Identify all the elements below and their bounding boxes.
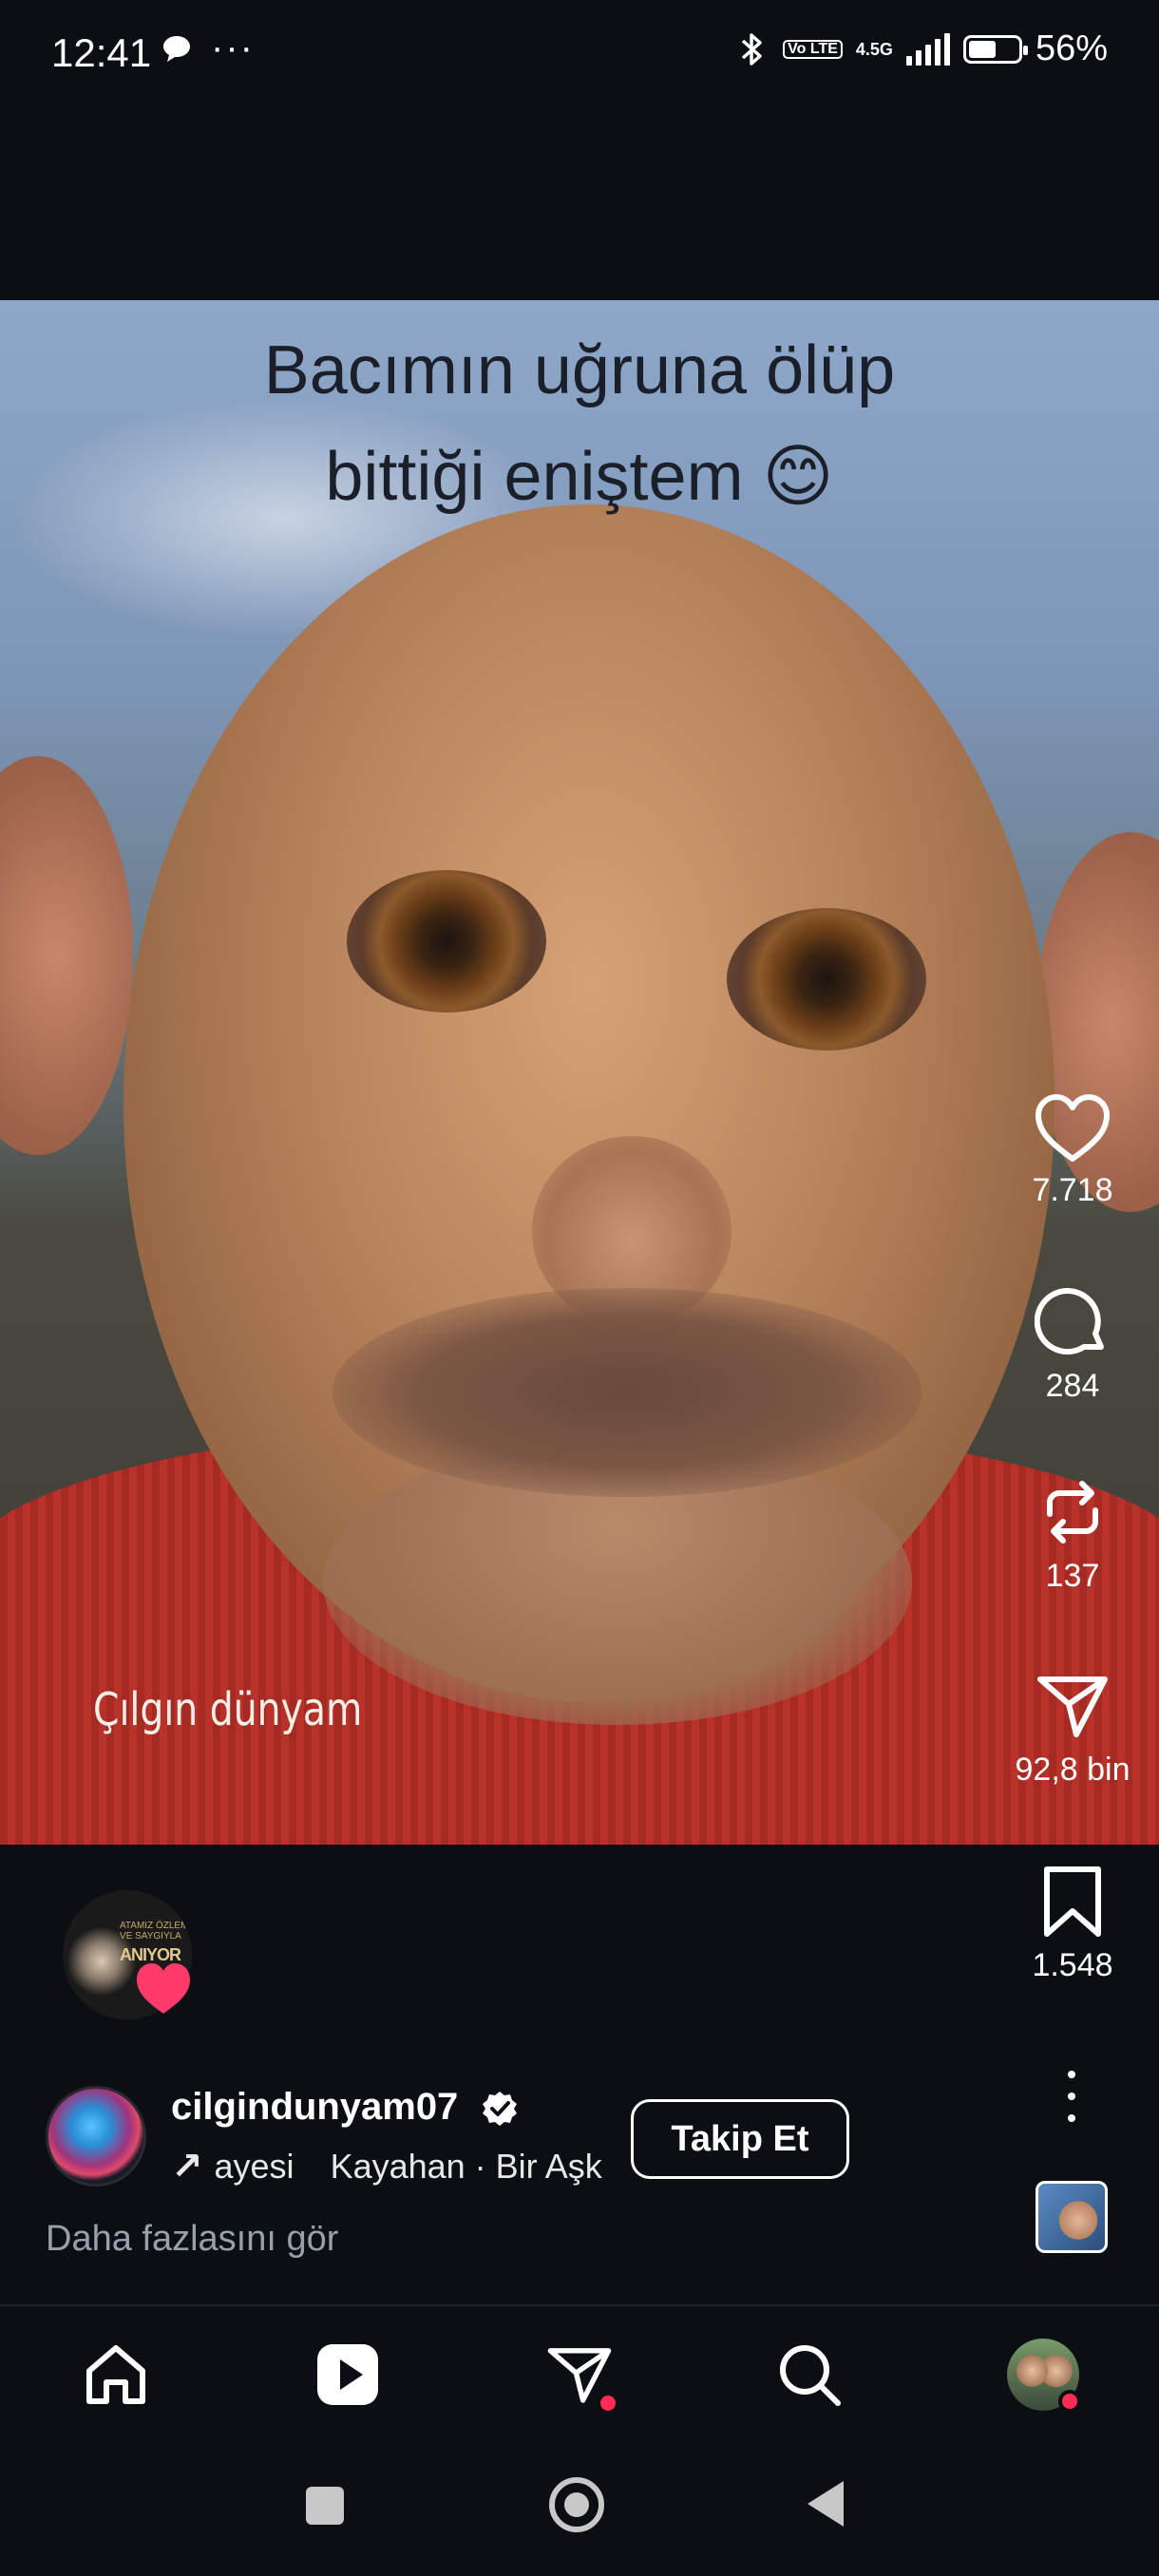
author-avatar[interactable] (46, 2086, 146, 2187)
signal-icon (905, 32, 950, 66)
share-count: 92,8 bin (1015, 1752, 1130, 1788)
heart-badge-icon (137, 1963, 190, 2014)
share-action[interactable]: 92,8 bin (997, 1668, 1149, 1789)
nav-home[interactable] (78, 2337, 154, 2413)
audio-info[interactable]: ↗ ayesi Kayahan · Bir Aşk (171, 2145, 602, 2188)
home-button[interactable] (549, 2477, 604, 2532)
video-art (0, 756, 133, 1155)
comment-action[interactable]: 284 (997, 1284, 1149, 1405)
author-username[interactable]: cilgindunyam07 (171, 2086, 458, 2129)
reels-icon (317, 2344, 378, 2405)
arrow-up-right-icon: ↗ (171, 2146, 203, 2188)
recents-button[interactable] (306, 2487, 344, 2525)
like-count: 7.718 (1032, 1172, 1113, 1208)
video-art (727, 908, 926, 1051)
audio-cover-thumbnail[interactable] (1036, 2181, 1108, 2253)
status-time: 12:41 (51, 30, 152, 75)
heart-icon[interactable] (1033, 1092, 1112, 1165)
home-icon (86, 2345, 145, 2404)
notification-dot (597, 2392, 619, 2415)
save-count: 1.548 (1032, 1947, 1113, 1983)
more-dot (1068, 2093, 1075, 2100)
reel-video[interactable]: Bacımın uğruna ölüp bittiği eniştem 😊 Çı… (0, 300, 1159, 1845)
status-indicators: Vo LTE 4.5G 56% (735, 28, 1108, 69)
status-more-dots: ··· (211, 27, 255, 68)
repost-action[interactable]: 137 (997, 1474, 1149, 1595)
notification-dot (1058, 2390, 1081, 2413)
bookmark-icon[interactable] (1039, 1864, 1106, 1940)
back-button[interactable] (808, 2481, 844, 2527)
video-caption-overlay: Bacımın uğruna ölüp bittiği eniştem 😊 (0, 317, 1159, 530)
follow-button[interactable]: Takip Et (631, 2099, 849, 2179)
more-dot (1068, 2114, 1075, 2122)
caption-line: Bacımın uğruna ölüp (263, 332, 896, 408)
repost-count: 137 (1045, 1558, 1100, 1594)
repost-icon[interactable] (1035, 1474, 1111, 1550)
bottom-navigation (0, 2306, 1159, 2439)
save-action[interactable]: 1.548 (997, 1864, 1149, 1984)
comment-count: 284 (1045, 1368, 1100, 1404)
audio-track: Kayahan · Bir Aşk (330, 2147, 602, 2186)
comment-icon[interactable] (1035, 1284, 1111, 1360)
audio-text-left: ayesi (214, 2147, 294, 2186)
send-icon[interactable] (1035, 1668, 1111, 1744)
system-navigation (0, 2439, 1159, 2576)
nav-search[interactable] (771, 2337, 847, 2413)
video-art (332, 1288, 922, 1497)
nav-messages[interactable] (542, 2337, 619, 2415)
bluetooth-icon (742, 32, 762, 66)
search-icon (780, 2345, 841, 2406)
battery-percent: 56% (1035, 28, 1108, 68)
nav-reels[interactable] (310, 2337, 386, 2413)
more-dot (1068, 2071, 1075, 2078)
see-more-link[interactable]: Daha fazlasını gör (46, 2219, 338, 2260)
network-type: 4.5G (855, 39, 893, 59)
video-watermark: Çılgın dünyam (93, 1683, 363, 1736)
status-bar: 12:41 ··· Vo LTE 4.5G 56% (0, 0, 1159, 109)
story-label-small: ATAMIZ ÖZLEM VE SAYGIYLA (120, 1921, 189, 1941)
nav-profile[interactable] (1005, 2337, 1081, 2413)
more-options-button[interactable] (1053, 2063, 1091, 2130)
verified-badge-icon (483, 2092, 517, 2126)
volte-badge: Vo LTE (783, 39, 843, 59)
like-action[interactable]: 7.718 (997, 1092, 1149, 1209)
chat-bubble-icon (163, 36, 190, 62)
caption-line: bittiği eniştem 😊 (325, 439, 834, 515)
video-art (347, 870, 546, 1013)
battery-icon (962, 34, 1028, 64)
